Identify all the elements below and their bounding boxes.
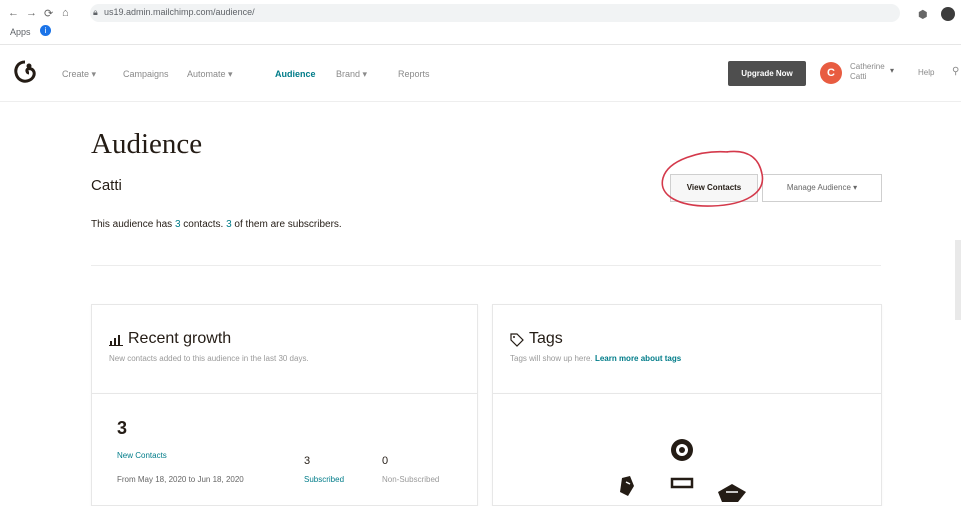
new-contacts-count: 3 [117, 418, 128, 438]
learn-more-tags-link[interactable]: Learn more about tags [595, 354, 681, 363]
view-contacts-button[interactable]: View Contacts [670, 174, 758, 202]
recent-growth-subtitle: New contacts added to this audience in t… [109, 354, 309, 363]
nav-audience[interactable]: Audience [275, 69, 316, 79]
growth-stats-card [91, 393, 478, 506]
page-title: Audience [91, 128, 203, 160]
section-divider [91, 265, 881, 266]
reload-icon[interactable]: ⟳ [44, 7, 53, 20]
address-bar-url[interactable]: us19.admin.mailchimp.com/audience/ [104, 7, 255, 17]
nav-create[interactable]: Create ▾ [62, 69, 96, 80]
search-icon[interactable]: ⚲ [952, 66, 959, 77]
nav-brand[interactable]: Brand ▾ [336, 69, 367, 80]
audience-summary: This audience has 3 contacts. 3 of them … [91, 219, 342, 230]
audience-name: Catti [91, 177, 122, 194]
subscribed-count: 3 [304, 455, 311, 467]
avatar[interactable]: C [820, 62, 842, 84]
summary-prefix: This audience has [91, 219, 175, 230]
chevron-down-icon[interactable]: ▾ [890, 66, 894, 75]
recent-growth-card: Recent growth New contacts added to this… [91, 304, 478, 394]
upgrade-now-button[interactable]: Upgrade Now [728, 61, 806, 86]
nav-reports[interactable]: Reports [398, 69, 430, 79]
non-subscribed-count: 0 [382, 455, 389, 467]
home-icon[interactable]: ⌂ [62, 7, 69, 19]
bar-chart-icon [109, 335, 123, 346]
tags-title: Tags [529, 330, 563, 347]
tag-icon [510, 333, 524, 347]
back-arrow-icon[interactable]: ← [8, 7, 19, 19]
date-range: From May 18, 2020 to Jun 18, 2020 [117, 475, 244, 484]
tags-subtitle-text: Tags will show up here. [510, 354, 595, 363]
extension-icon[interactable]: ⬢ [918, 8, 928, 21]
summary-middle: contacts. [180, 219, 227, 230]
tags-illustration [620, 439, 746, 502]
non-subscribed-label: Non-Subscribed [382, 475, 440, 484]
manage-audience-button[interactable]: Manage Audience ▾ [762, 174, 882, 202]
summary-suffix: of them are subscribers. [231, 219, 342, 230]
mailchimp-logo-icon[interactable] [14, 60, 36, 84]
bookmark-info-icon[interactable]: i [40, 25, 51, 36]
recent-growth-title: Recent growth [128, 330, 232, 347]
browser-profile-icon[interactable] [941, 7, 955, 21]
lock-icon: 🔒︎ [93, 7, 98, 17]
new-contacts-link[interactable]: New Contacts [117, 451, 167, 460]
help-link[interactable]: Help [918, 68, 934, 77]
tags-card: Tags Tags will show up here. Learn more … [492, 304, 882, 394]
feedback-side-tab[interactable] [955, 240, 961, 320]
bookmark-apps[interactable]: Apps [10, 27, 31, 37]
account-name[interactable]: Catherine Catti [850, 62, 890, 82]
forward-arrow-icon[interactable]: → [26, 7, 37, 19]
subscribed-link[interactable]: Subscribed [304, 475, 344, 484]
nav-campaigns[interactable]: Campaigns [123, 69, 169, 79]
tags-subtitle: Tags will show up here. Learn more about… [510, 354, 681, 363]
nav-automate[interactable]: Automate ▾ [187, 69, 233, 80]
